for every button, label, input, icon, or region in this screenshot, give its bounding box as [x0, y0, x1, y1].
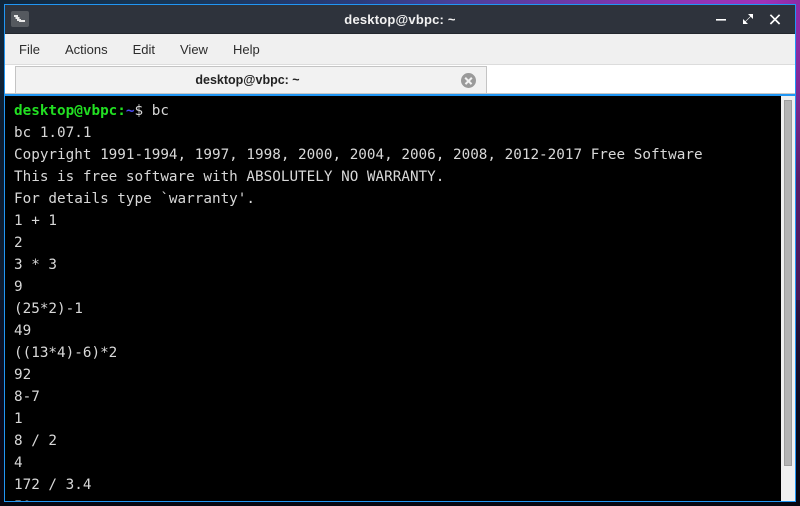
- terminal-output[interactable]: desktop@vbpc:~$ bc bc 1.07.1 Copyright 199…: [5, 96, 781, 501]
- terminal-window: desktop@vbpc: ~ File Actions Edit View H…: [4, 4, 796, 502]
- terminal-output-line: 3 * 3: [14, 257, 58, 273]
- terminal-area: desktop@vbpc:~$ bc bc 1.07.1 Copyright 199…: [5, 94, 795, 501]
- terminal-output-line: 49: [14, 323, 32, 339]
- prompt-path: ~: [125, 103, 135, 119]
- terminal-output-line: 172 / 3.4: [14, 477, 92, 493]
- terminal-output-line: Copyright 1991-1994, 1997, 1998, 2000, 2…: [14, 147, 703, 163]
- terminal-icon: [11, 11, 29, 27]
- menubar: File Actions Edit View Help: [5, 34, 795, 65]
- prompt-symbol: $ bc: [134, 103, 169, 119]
- menu-item-actions[interactable]: Actions: [65, 42, 108, 57]
- terminal-output-line: 8-7: [14, 389, 40, 405]
- terminal-output-line: ((13*4)-6)*2: [14, 345, 118, 361]
- tabbar: desktop@vbpc: ~: [5, 65, 795, 94]
- scrollbar-thumb[interactable]: [784, 100, 792, 466]
- close-tab-icon[interactable]: [461, 72, 476, 88]
- terminal-output-line: 2: [14, 235, 23, 251]
- window-titlebar[interactable]: desktop@vbpc: ~: [5, 5, 795, 34]
- minimize-icon[interactable]: [714, 12, 728, 26]
- terminal-output-line: 50: [14, 496, 781, 501]
- terminal-output-line: 9: [14, 279, 23, 295]
- menu-item-file[interactable]: File: [19, 42, 40, 57]
- window-controls: [714, 12, 795, 26]
- terminal-output-line: 92: [14, 367, 32, 383]
- window-title: desktop@vbpc: ~: [344, 11, 456, 27]
- terminal-output-line: This is free software with ABSOLUTELY NO…: [14, 169, 445, 185]
- tab-terminal[interactable]: desktop@vbpc: ~: [15, 66, 487, 93]
- terminal-output-line: (25*2)-1: [14, 301, 83, 317]
- prompt-user-host: desktop@vbpc:: [14, 103, 126, 119]
- terminal-output-line: 8 / 2: [14, 433, 58, 449]
- vertical-scrollbar[interactable]: [781, 96, 795, 501]
- terminal-output-line: bc 1.07.1: [14, 125, 92, 141]
- terminal-output-line: For details type `warranty'.: [14, 191, 256, 207]
- menu-item-view[interactable]: View: [180, 42, 208, 57]
- maximize-icon[interactable]: [741, 12, 755, 26]
- close-icon[interactable]: [768, 12, 782, 26]
- menu-item-edit[interactable]: Edit: [133, 42, 155, 57]
- terminal-output-line: 4: [14, 455, 23, 471]
- terminal-prompt-line: desktop@vbpc:~$ bc: [14, 100, 781, 122]
- terminal-output-line: 1: [14, 411, 23, 427]
- menu-item-help[interactable]: Help: [233, 42, 260, 57]
- terminal-output-line: 1 + 1: [14, 213, 58, 229]
- tab-label: desktop@vbpc: ~: [195, 73, 300, 87]
